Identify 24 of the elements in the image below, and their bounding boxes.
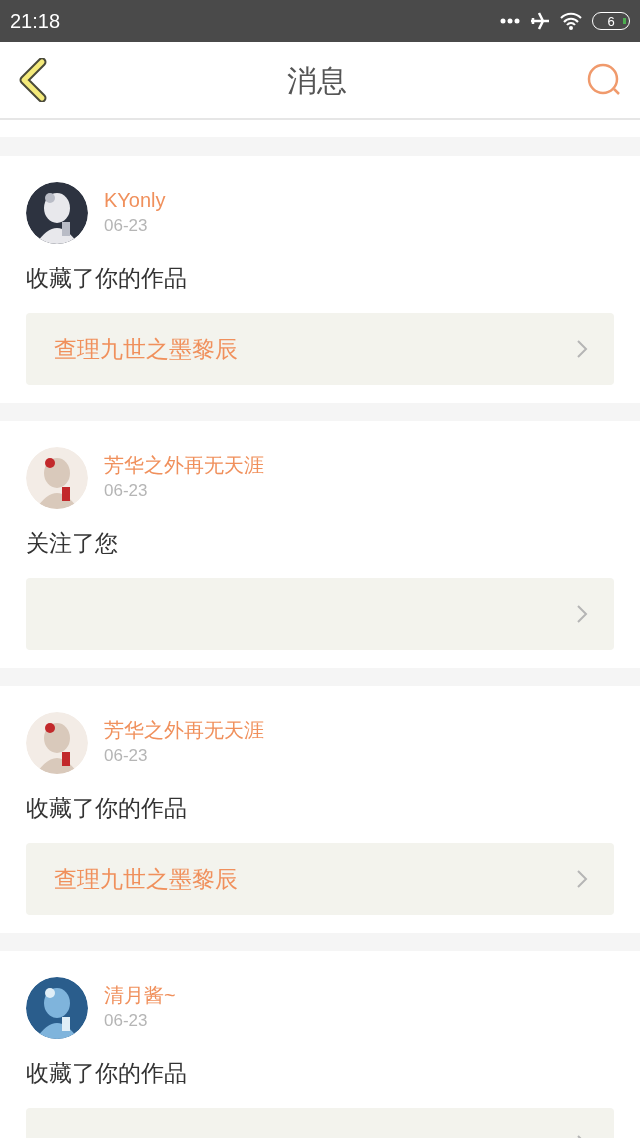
message-text: 收藏了你的作品 <box>26 793 187 823</box>
page-title: 消息 <box>287 62 347 99</box>
status-time: 21:18 <box>10 9 61 34</box>
wifi-icon <box>560 12 582 30</box>
message-text: 收藏了你的作品 <box>26 263 187 293</box>
work-link[interactable]: 查理九世之墨黎辰 <box>26 313 614 385</box>
user-name[interactable]: KYonly <box>104 187 166 213</box>
chevron-right-icon <box>576 604 588 624</box>
airplane-icon <box>530 12 550 30</box>
chevron-right-icon <box>576 339 588 359</box>
back-icon[interactable] <box>18 58 48 102</box>
search-icon[interactable] <box>586 63 622 97</box>
work-link[interactable]: 查理九世之墨黎辰 <box>26 843 614 915</box>
user-name[interactable]: 芳华之外再无天涯 <box>104 452 264 478</box>
message-date: 06-23 <box>104 745 149 767</box>
message-date: 06-23 <box>104 1010 149 1032</box>
user-name[interactable]: 清月酱~ <box>104 982 176 1008</box>
user-name[interactable]: 芳华之外再无天涯 <box>104 717 264 743</box>
message-date: 06-23 <box>104 215 149 237</box>
message-date: 06-23 <box>104 480 149 502</box>
message-text: 收藏了你的作品 <box>26 1058 187 1088</box>
chevron-right-icon <box>576 869 588 889</box>
message-text: 关注了您 <box>26 528 118 558</box>
more-dots-icon <box>500 18 520 24</box>
